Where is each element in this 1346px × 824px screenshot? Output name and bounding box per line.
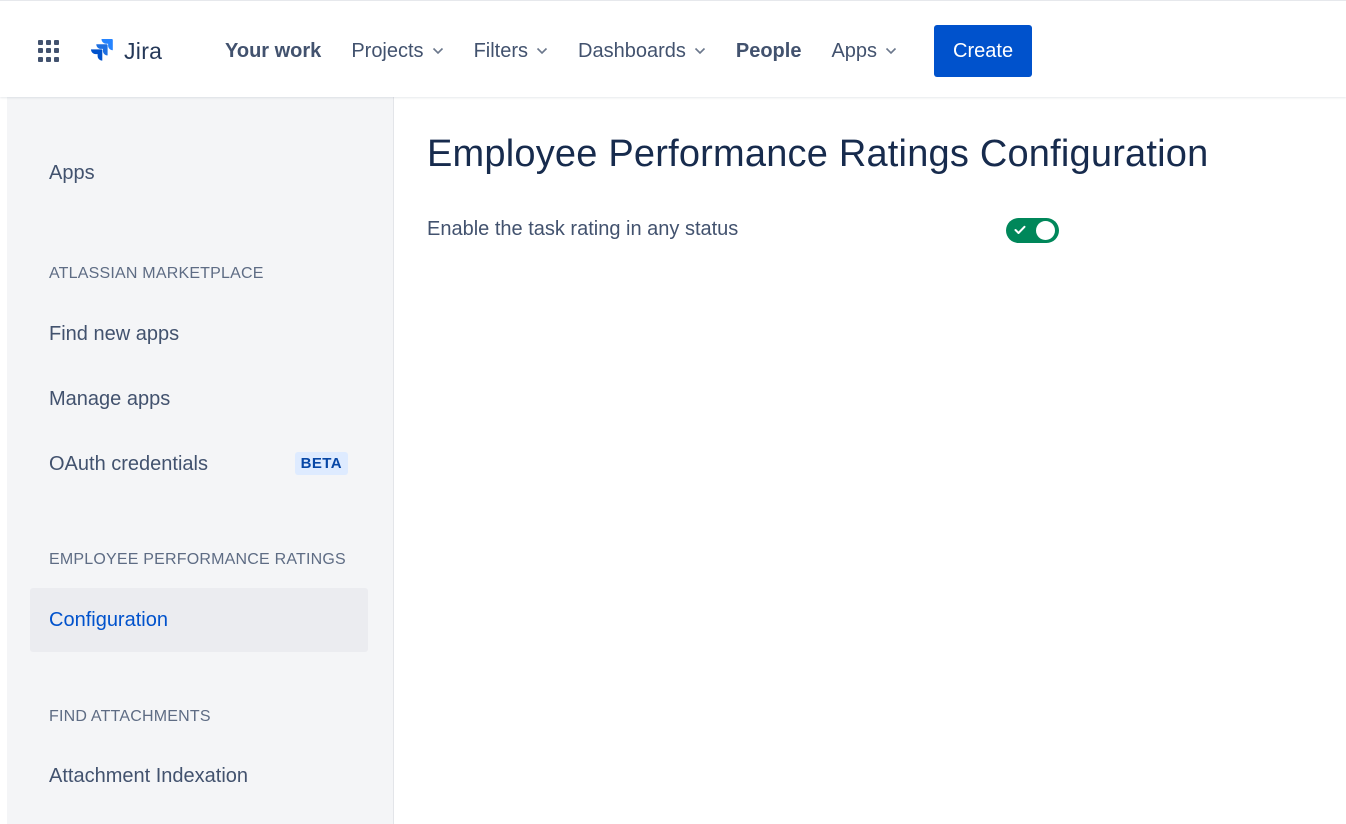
sidebar-item-label: Configuration: [49, 608, 168, 631]
task-rating-setting-label: Enable the task rating in any status: [427, 218, 739, 240]
nav-dashboards-label: Dashboards: [578, 39, 686, 62]
sidebar-section-heading: FIND ATTACHMENTS: [49, 708, 211, 725]
nav-people-label: People: [735, 39, 802, 62]
nav-filters-label: Filters: [473, 39, 529, 62]
nav-your-work-label: Your work: [225, 39, 322, 62]
chevron-down-icon: [432, 47, 443, 55]
nav-projects-label: Projects: [351, 39, 424, 62]
chevron-down-icon: [885, 47, 897, 55]
sidebar-title: Apps: [49, 162, 95, 184]
chevron-down-icon: [536, 47, 548, 55]
nav-your-work[interactable]: Your work: [210, 25, 336, 77]
chevron-down-icon: [694, 47, 705, 55]
sidebar-item-label: OAuth credentials: [49, 452, 208, 475]
sidebar-item-label: Manage apps: [49, 387, 171, 410]
task-rating-toggle[interactable]: [1006, 218, 1059, 243]
sidebar: Apps ATLASSIAN MARKETPLACE Find new apps…: [7, 97, 394, 824]
logo-text: Jira: [124, 37, 163, 64]
sidebar-section-heading: ATLASSIAN MARKETPLACE: [49, 265, 264, 282]
nav-projects[interactable]: Projects: [336, 25, 458, 77]
checkmark-icon: [1014, 225, 1026, 234]
sidebar-item-find-new-apps[interactable]: Find new apps: [30, 302, 368, 366]
primary-nav: Your work Projects Filters Dashboards Pe…: [210, 25, 1033, 77]
sidebar-section-heading: EMPLOYEE PERFORMANCE RATINGS: [49, 551, 346, 568]
create-button[interactable]: Create: [934, 25, 1033, 77]
sidebar-item-attachment-indexation[interactable]: Attachment Indexation: [30, 744, 368, 808]
nav-people[interactable]: People: [721, 25, 817, 77]
app-switcher-grid-icon[interactable]: [38, 40, 60, 62]
nav-apps-label: Apps: [831, 39, 878, 62]
top-navigation-bar: Jira Your work Projects Filters Dashboar…: [0, 0, 1346, 97]
jira-logo[interactable]: Jira: [86, 34, 162, 68]
nav-apps[interactable]: Apps: [816, 25, 912, 77]
sidebar-item-configuration[interactable]: Configuration: [30, 588, 368, 652]
nav-dashboards[interactable]: Dashboards: [563, 25, 721, 77]
sidebar-item-label: Find new apps: [49, 322, 180, 345]
toggle-knob: [1036, 221, 1055, 240]
sidebar-item-oauth-credentials[interactable]: OAuth credentials BETA: [30, 432, 368, 496]
sidebar-item-manage-apps[interactable]: Manage apps: [30, 367, 368, 431]
page-title: Employee Performance Ratings Configurati…: [427, 133, 1209, 175]
nav-filters[interactable]: Filters: [459, 25, 563, 77]
beta-badge: BETA: [294, 452, 348, 475]
sidebar-item-label: Attachment Indexation: [49, 764, 249, 787]
jira-logo-icon: [91, 39, 113, 61]
